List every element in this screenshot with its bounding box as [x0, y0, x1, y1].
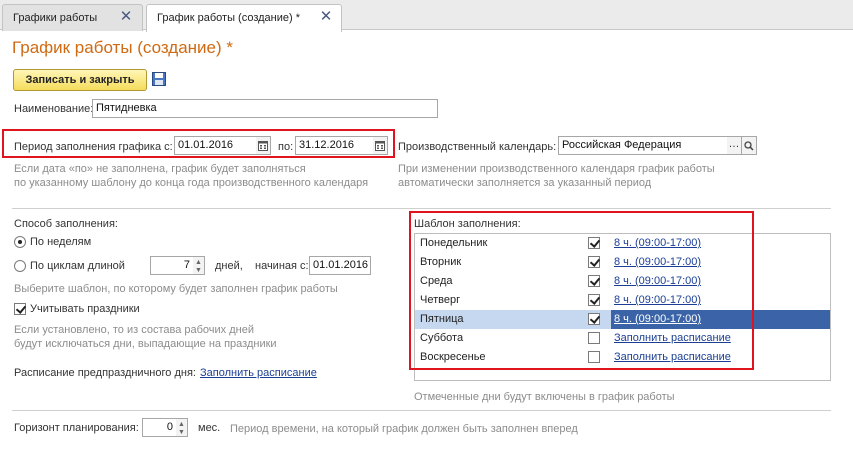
horizon-hint: Период времени, на который график должен… [230, 423, 578, 435]
tab-label: График работы (создание) * [157, 12, 301, 24]
tab-work-schedules[interactable]: Графики работы ✕ [2, 4, 143, 31]
fill-method-hint: Выберите шаблон, по которому будет запол… [14, 283, 338, 295]
period-hint-line1: Если дата «по» не заполнена, график буде… [14, 163, 306, 175]
holidays-hint-line2: будут исключаться дни, выпадающие на пра… [14, 338, 277, 350]
period-hint-line2: по указанному шаблону до конца года прои… [14, 177, 369, 189]
calendar-icon[interactable] [373, 136, 388, 155]
radio-by-cycles-label[interactable]: По циклам длиной [30, 260, 125, 272]
preholiday-fill-schedule-link[interactable]: Заполнить расписание [200, 367, 317, 379]
radio-by-weeks-label[interactable]: По неделям [30, 236, 91, 248]
period-to-label: по: [278, 141, 294, 153]
name-label: Наименование: [14, 103, 94, 115]
calendar-hint-line1: При изменении производственного календар… [398, 163, 715, 175]
holidays-hint-line1: Если установлено, то из состава рабочих … [14, 324, 254, 336]
holidays-label[interactable]: Учитывать праздники [30, 303, 140, 315]
save-and-close-button[interactable]: Записать и закрыть [13, 69, 147, 91]
tab-work-schedule-create[interactable]: График работы (создание) * ✕ [146, 4, 342, 32]
period-from-input[interactable]: 01.01.2016 [174, 136, 257, 155]
template-highlight-box [409, 211, 754, 370]
cycle-start-date-input[interactable]: 01.01.2016 [309, 256, 371, 275]
search-icon[interactable] [742, 136, 757, 155]
page-title: График работы (создание) * [12, 38, 234, 57]
horizon-stepper[interactable]: ▲ ▼ [176, 418, 188, 437]
start-date-label: начиная с: [255, 260, 309, 272]
name-input[interactable]: Пятидневка [92, 99, 438, 118]
save-icon[interactable] [152, 72, 166, 86]
period-to-input[interactable]: 31.12.2016 [295, 136, 374, 155]
tab-strip: Графики работы ✕ График работы (создание… [0, 0, 853, 32]
horizon-label: Горизонт планирования: [14, 422, 139, 434]
close-icon[interactable]: ✕ [119, 9, 133, 25]
tab-label: Графики работы [13, 12, 98, 24]
fill-method-label: Способ заполнения: [14, 218, 118, 230]
days-label: дней, [215, 260, 243, 272]
cycle-length-input[interactable]: 7 [150, 256, 194, 275]
close-icon[interactable]: ✕ [319, 9, 333, 25]
production-calendar-label: Производственный календарь: [398, 141, 557, 153]
period-from-label: Период заполнения графика с: [14, 141, 173, 153]
horizon-unit: мес. [198, 422, 221, 434]
divider [12, 410, 831, 411]
template-hint: Отмеченные дни будут включены в график р… [414, 391, 675, 403]
divider [12, 208, 831, 209]
select-ellipsis-button[interactable]: … [727, 136, 742, 155]
calendar-icon[interactable] [256, 136, 271, 155]
calendar-hint-line2: автоматически заполняется за указанный п… [398, 177, 652, 189]
preholiday-label: Расписание предпраздничного дня: [14, 367, 196, 379]
horizon-input[interactable]: 0 [142, 418, 177, 437]
production-calendar-input[interactable]: Российская Федерация [558, 136, 728, 155]
cycle-length-stepper[interactable]: ▲ ▼ [193, 256, 205, 275]
holidays-checkbox[interactable] [14, 303, 26, 315]
radio-by-weeks[interactable] [14, 236, 26, 248]
radio-by-cycles[interactable] [14, 260, 26, 272]
